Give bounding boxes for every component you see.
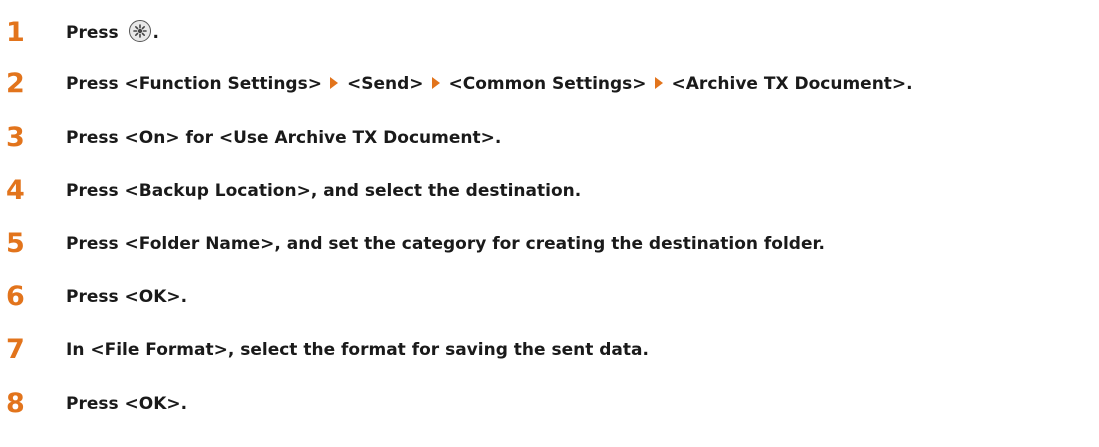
step-number: 1 <box>6 17 25 48</box>
step-text-segment: <Archive TX Document>. <box>671 74 913 94</box>
step-number: 2 <box>6 68 25 99</box>
step-text: Press <Folder Name>, and set the categor… <box>66 234 825 254</box>
step-text-segment: Press <Function Settings> <box>66 74 322 94</box>
step-text: Press <On> for <Use Archive TX Document>… <box>66 128 502 148</box>
step-6: 6 Press <OK>. <box>0 277 1099 317</box>
step-text: Press <Backup Location>, and select the … <box>66 181 582 201</box>
step-number: 3 <box>6 122 25 153</box>
step-text: Press . <box>66 13 159 53</box>
arrow-right-icon <box>654 77 663 89</box>
step-text: Press <OK>. <box>66 287 188 307</box>
step-number: 4 <box>6 175 25 206</box>
step-text-segment: <Common Settings> <box>448 74 647 94</box>
step-3: 3 Press <On> for <Use Archive TX Documen… <box>0 118 1099 158</box>
step-text: Press <OK>. <box>66 394 188 414</box>
step-8: 8 Press <OK>. <box>0 384 1099 424</box>
settings-menu-icon <box>128 20 151 42</box>
step-7: 7 In <File Format>, select the format fo… <box>0 330 1099 370</box>
step-number: 5 <box>6 228 25 259</box>
step-2: 2 Press <Function Settings> <Send> <Common… <box>0 64 1099 104</box>
step-number: 8 <box>6 388 25 419</box>
step-number: 7 <box>6 334 25 365</box>
step-1: 1 Press . <box>0 13 1099 53</box>
step-text: Press <Function Settings> <Send> <Common S… <box>66 64 913 104</box>
arrow-right-icon <box>431 77 440 89</box>
step-text-segment: . <box>152 23 160 43</box>
arrow-right-icon <box>329 77 338 89</box>
step-4: 4 Press <Backup Location>, and select th… <box>0 171 1099 211</box>
step-text: In <File Format>, select the format for … <box>66 340 649 360</box>
step-number: 6 <box>6 281 25 312</box>
step-5: 5 Press <Folder Name>, and set the categ… <box>0 224 1099 264</box>
step-text-segment: Press <box>66 23 119 43</box>
step-text-segment: <Send> <box>346 74 424 94</box>
